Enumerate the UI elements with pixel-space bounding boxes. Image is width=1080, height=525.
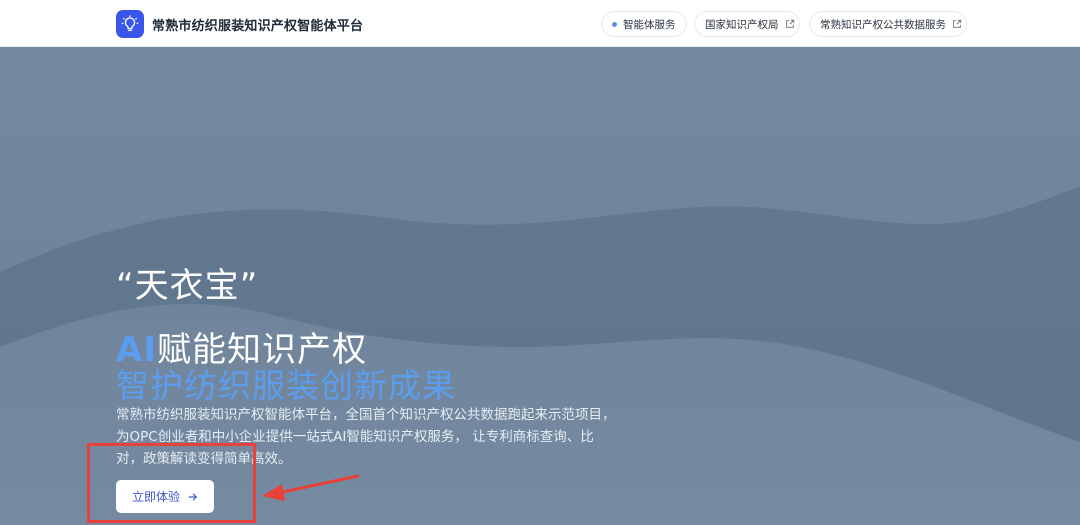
- annotation-arrow: [262, 474, 360, 501]
